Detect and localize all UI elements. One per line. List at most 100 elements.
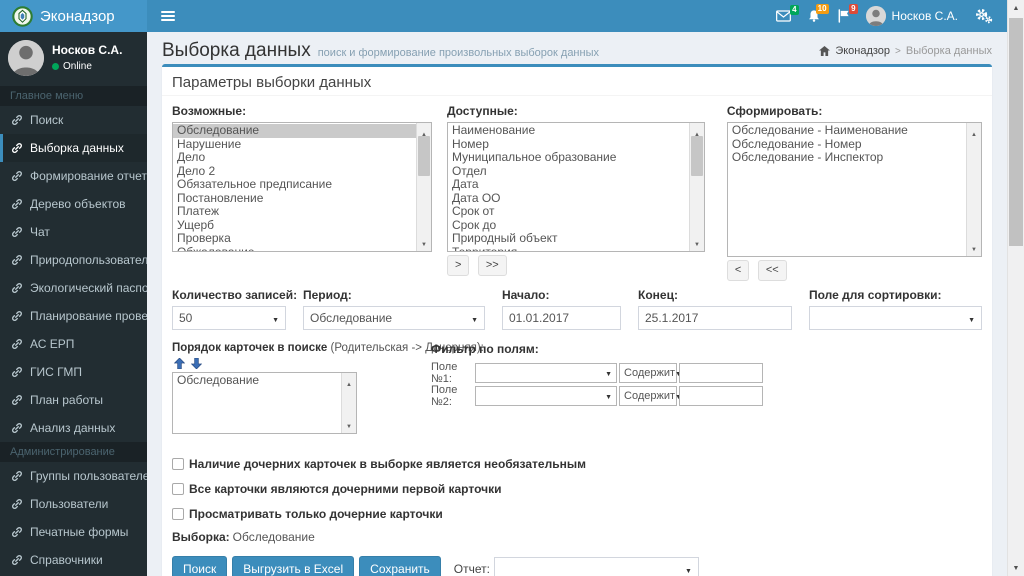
search-button[interactable]: Поиск	[172, 556, 228, 576]
list-item[interactable]: Проверка	[173, 231, 416, 246]
list-item[interactable]: Обследование - Номер	[728, 137, 966, 152]
flags-button[interactable]: 9	[837, 4, 858, 23]
save-button[interactable]: Сохранить	[359, 556, 441, 576]
list-item[interactable]: Дата ОО	[448, 191, 689, 206]
end-label: Конец:	[638, 288, 678, 302]
scroll-down-icon[interactable]	[421, 233, 427, 251]
notifications-button[interactable]: 10	[807, 4, 829, 23]
checkbox[interactable]	[172, 483, 184, 495]
possible-listbox: Обследование Нарушение Дело Дело 2 Обязатель…	[172, 122, 432, 252]
checkbox[interactable]	[172, 508, 184, 520]
listbox-scrollbar[interactable]	[966, 123, 981, 256]
list-item[interactable]: Номер	[448, 137, 689, 152]
brand-logo[interactable]: Эконадзор	[0, 0, 147, 32]
filter-field-select[interactable]	[475, 363, 617, 383]
arrow-down-icon[interactable]	[191, 358, 202, 369]
sidebar-user-status[interactable]: Online	[52, 61, 122, 72]
move-right-all-button[interactable]: >>	[477, 255, 507, 276]
scroll-thumb[interactable]	[417, 136, 430, 176]
filter-operator-select[interactable]: Содержит	[619, 386, 677, 406]
list-item[interactable]: Обследование	[173, 123, 416, 138]
scrollbar-thumb[interactable]	[1009, 18, 1023, 246]
move-left-button[interactable]: <	[726, 260, 750, 281]
sidebar-menu-item[interactable]: Печатные формы	[0, 518, 147, 546]
filter-value-input[interactable]	[679, 386, 763, 406]
order-listbox: Обследование	[172, 372, 357, 434]
list-item[interactable]: Отдел	[448, 164, 689, 179]
sidebar-menu-item[interactable]: План работы	[0, 386, 147, 414]
checkbox-label: Все карточки являются дочерними первой к…	[189, 482, 502, 496]
list-item[interactable]: Обследование - Наименование	[728, 123, 966, 138]
sidebar-menu-item[interactable]: Экологический паспорт	[0, 274, 147, 302]
scroll-down-icon[interactable]	[346, 415, 352, 433]
breadcrumb-home[interactable]: Эконадзор	[835, 45, 890, 57]
period-select[interactable]: Обследование	[303, 306, 485, 330]
sidebar-menu-item[interactable]: Пользователи	[0, 490, 147, 518]
brand-emblem-icon	[12, 5, 33, 27]
records-select[interactable]: 50	[172, 306, 286, 330]
end-date-input[interactable]	[638, 306, 792, 330]
list-item[interactable]: Дело	[173, 150, 416, 165]
filter-field-select[interactable]	[475, 386, 617, 406]
checkbox-row[interactable]: Все карточки являются дочерними первой к…	[172, 482, 982, 496]
scroll-up-icon[interactable]	[971, 123, 977, 141]
list-item[interactable]: Постановление	[173, 191, 416, 206]
list-item[interactable]: Срок до	[448, 218, 689, 233]
user-menu[interactable]: Носков С.А.	[865, 6, 958, 26]
report-select[interactable]	[493, 557, 699, 576]
sidebar-menu-item[interactable]: Выборка данных	[0, 134, 147, 162]
checkbox[interactable]	[172, 458, 184, 470]
list-item[interactable]: Нарушение	[173, 137, 416, 152]
list-item[interactable]: Территория	[448, 245, 689, 251]
sidebar-menu-item[interactable]: Природопользователи	[0, 246, 147, 274]
list-item[interactable]: Ущерб	[173, 218, 416, 233]
list-item[interactable]: Муниципальное образование	[448, 150, 689, 165]
start-date-input[interactable]	[502, 306, 621, 330]
scroll-thumb[interactable]	[690, 136, 703, 176]
list-item[interactable]: Наименование	[448, 123, 689, 138]
sidebar-menu-item[interactable]: Чат	[0, 218, 147, 246]
scroll-up-icon[interactable]	[346, 373, 352, 391]
sidebar-menu-item[interactable]: АС ЕРП	[0, 330, 147, 358]
hamburger-icon[interactable]	[147, 0, 189, 32]
sidebar-menu-item[interactable]: Формирование отчетов	[0, 162, 147, 190]
scrollbar-down-icon[interactable]	[1013, 560, 1020, 576]
page-scrollbar[interactable]	[1007, 0, 1024, 576]
filter-value-input[interactable]	[679, 363, 763, 383]
checkbox-row[interactable]: Просматривать только дочерние карточки	[172, 507, 982, 521]
arrow-up-icon[interactable]	[174, 358, 185, 369]
list-item[interactable]: Срок от	[448, 204, 689, 219]
formed-items: Обследование - Наименование Обследование …	[728, 123, 966, 256]
sidebar-menu-item[interactable]: Группы пользователей	[0, 462, 147, 490]
sort-select[interactable]	[809, 306, 982, 330]
list-item[interactable]: Дело 2	[173, 164, 416, 179]
move-right-button[interactable]: >	[446, 255, 470, 276]
checkbox-row[interactable]: Наличие дочерних карточек в выборке явля…	[172, 457, 982, 471]
filter-operator-select[interactable]: Содержит	[619, 363, 677, 383]
scroll-down-icon[interactable]	[971, 238, 977, 256]
sidebar-menu-item[interactable]: Дерево объектов	[0, 190, 147, 218]
move-left-all-button[interactable]: <<	[757, 260, 787, 281]
sidebar-menu-item[interactable]: Планирование проверок	[0, 302, 147, 330]
list-item[interactable]: Дата	[448, 177, 689, 192]
list-item[interactable]: Обследование - Инспектор	[728, 150, 966, 165]
sidebar-menu-item[interactable]: ГИС ГМП	[0, 358, 147, 386]
scroll-down-icon[interactable]	[694, 233, 700, 251]
listbox-scrollbar[interactable]	[688, 123, 704, 251]
list-item[interactable]: Платеж	[173, 204, 416, 219]
sidebar-menu-item[interactable]: Поиск	[0, 106, 147, 134]
sidebar-menu-item[interactable]: Справочники	[0, 546, 147, 574]
listbox-scrollbar[interactable]	[341, 373, 356, 433]
list-item[interactable]: Обследование	[173, 373, 341, 388]
scrollbar-up-icon[interactable]	[1013, 0, 1020, 16]
messages-button[interactable]: 4	[775, 5, 799, 22]
settings-button[interactable]	[974, 8, 993, 24]
available-label: Доступные:	[446, 104, 518, 118]
list-item[interactable]: Природный объект	[448, 231, 689, 246]
list-item[interactable]: Обжалование	[173, 245, 416, 251]
order-column: Порядок карточек в поиске (Родительская …	[172, 342, 484, 446]
sidebar-menu-item[interactable]: Анализ данных	[0, 414, 147, 442]
list-item[interactable]: Обязательное предписание	[173, 177, 416, 192]
export-excel-button[interactable]: Выгрузить в Excel	[232, 556, 355, 576]
listbox-scrollbar[interactable]	[415, 123, 431, 251]
